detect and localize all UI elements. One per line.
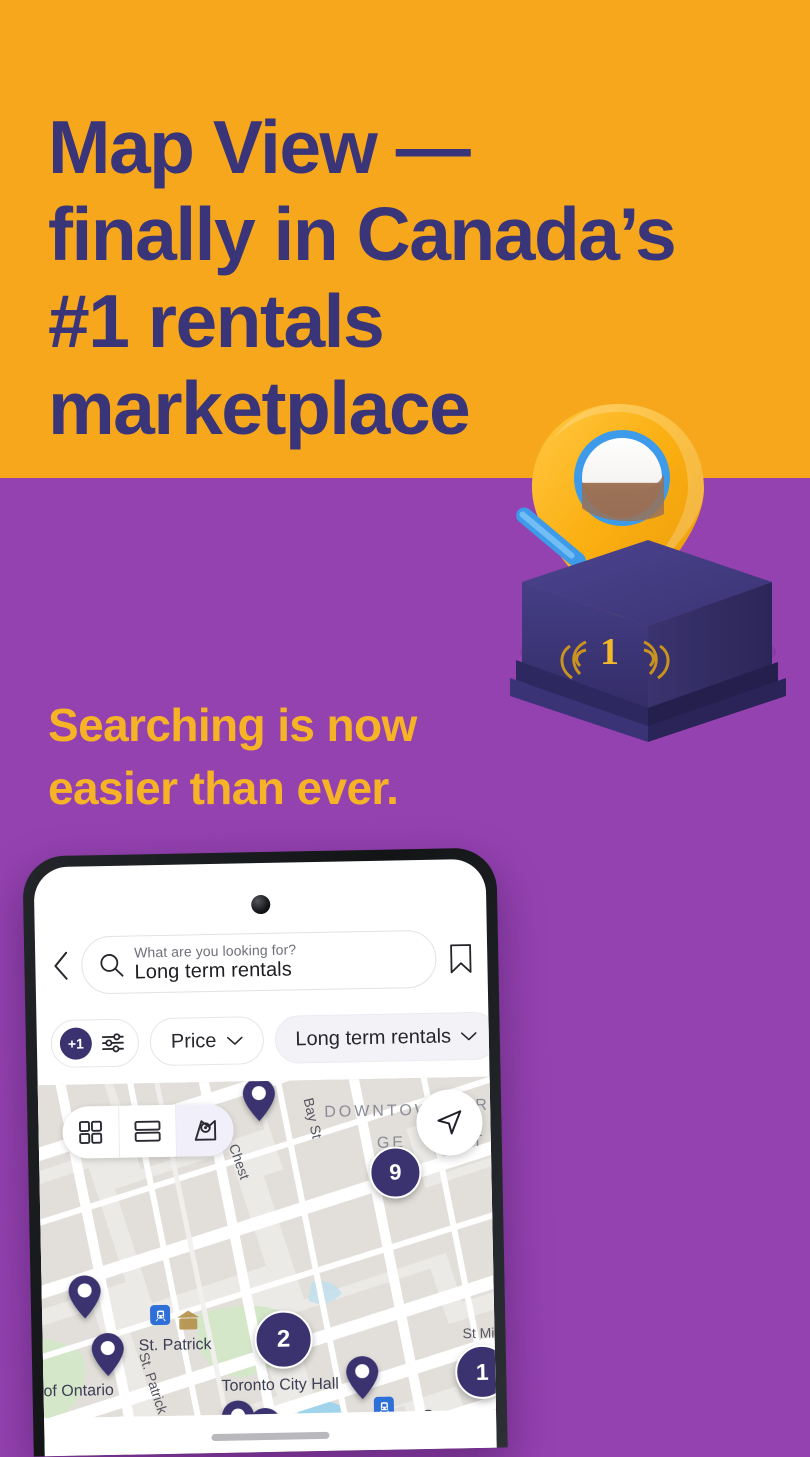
search-input[interactable]: What are you looking for? Long term rent… bbox=[81, 930, 437, 995]
pin-glyph bbox=[67, 1274, 102, 1321]
price-filter-chip[interactable]: Price bbox=[149, 1016, 263, 1066]
rental-type-filter-chip[interactable]: Long term rentals bbox=[274, 1012, 497, 1064]
back-chevron-icon[interactable] bbox=[49, 949, 74, 983]
phone-screen: What are you looking for? Long term rent… bbox=[33, 859, 496, 1457]
chevron-down-icon bbox=[226, 1035, 242, 1045]
page-title: Map View — finally in Canada’s #1 rental… bbox=[48, 104, 748, 452]
list-view-button[interactable] bbox=[119, 1105, 177, 1158]
grid-view-button[interactable] bbox=[62, 1106, 120, 1159]
pin-glyph bbox=[242, 1077, 277, 1124]
pin-glyph bbox=[345, 1355, 380, 1402]
map-view-toggle[interactable] bbox=[62, 1104, 234, 1159]
filters-chip[interactable]: +1 bbox=[50, 1018, 139, 1068]
list-icon bbox=[133, 1119, 161, 1144]
filter-count-badge: +1 bbox=[60, 1027, 93, 1060]
bookmark-icon[interactable] bbox=[448, 942, 474, 973]
search-placeholder-label: What are you looking for? bbox=[134, 943, 296, 961]
pin-glyph bbox=[90, 1332, 125, 1379]
map-pin[interactable] bbox=[67, 1274, 102, 1326]
sliders-icon bbox=[101, 1031, 125, 1055]
search-value: Long term rentals bbox=[134, 959, 296, 983]
map-pin-icon bbox=[191, 1116, 219, 1144]
search-icon bbox=[98, 952, 124, 978]
map-view-button[interactable] bbox=[176, 1104, 234, 1157]
search-bar-row: What are you looking for? Long term rent… bbox=[35, 927, 488, 998]
trophy-rank-label: 1 bbox=[600, 631, 619, 673]
front-camera-icon bbox=[251, 895, 270, 914]
map-pin[interactable] bbox=[90, 1332, 125, 1384]
phone-mockup: What are you looking for? Long term rent… bbox=[22, 848, 507, 1457]
rental-type-filter-label: Long term rentals bbox=[295, 1025, 451, 1051]
subheadline: Searching is now easier than ever. bbox=[48, 694, 568, 821]
transit-station-icon bbox=[150, 1305, 170, 1325]
grid-icon bbox=[77, 1119, 103, 1145]
map-view[interactable]: DOWNTOWNGARGESTBay StChestSt. Patrickof … bbox=[38, 1077, 496, 1421]
filter-chip-row: +1 Price Long term rentals bbox=[50, 1011, 489, 1069]
navigation-arrow-icon bbox=[433, 1106, 466, 1139]
chevron-down-icon bbox=[461, 1031, 477, 1041]
price-filter-label: Price bbox=[171, 1029, 217, 1053]
map-pin[interactable] bbox=[242, 1077, 277, 1129]
